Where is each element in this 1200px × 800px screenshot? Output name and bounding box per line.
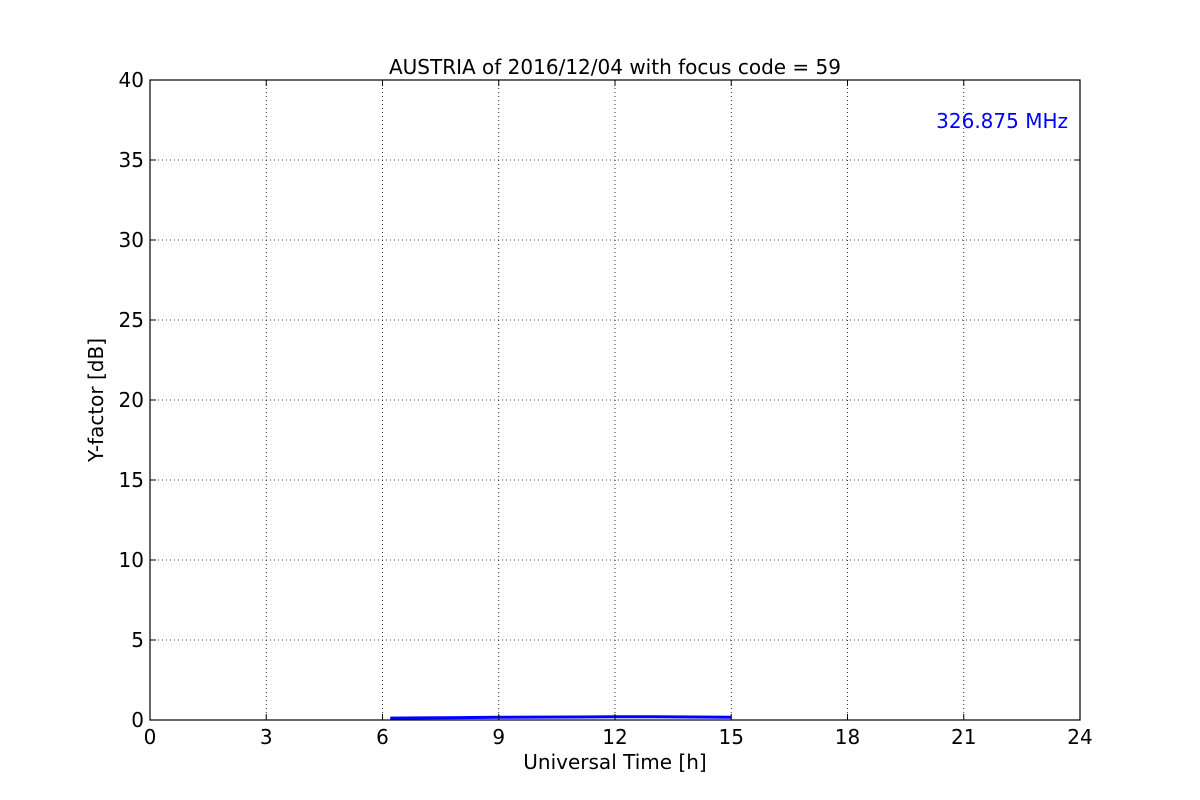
x-tick-label: 12 [602, 725, 627, 749]
x-tick-label: 0 [144, 725, 157, 749]
y-tick-label: 20 [119, 388, 144, 412]
y-tick-label: 0 [131, 708, 144, 732]
x-tick-label: 6 [376, 725, 389, 749]
y-tick-label: 25 [119, 308, 144, 332]
y-tick-label: 10 [119, 548, 144, 572]
y-tick-label: 35 [119, 148, 144, 172]
x-tick-label: 3 [260, 725, 273, 749]
frequency-annotation: 326.875 MHz [936, 109, 1068, 133]
x-tick-label: 9 [492, 725, 505, 749]
x-tick-label: 18 [835, 725, 860, 749]
chart-figure: 0 3 6 9 12 15 18 21 24 0 5 10 15 20 25 30 35 40 AUSTRIA o… [0, 0, 1200, 800]
x-tick-label: 15 [719, 725, 744, 749]
x-axis-title: Universal Time [h] [523, 750, 706, 774]
x-tick-label: 24 [1067, 725, 1092, 749]
tick-layer: 0 3 6 9 12 15 18 21 24 0 5 10 15 20 25 30 35 40 [119, 68, 1093, 749]
y-tick-label: 30 [119, 228, 144, 252]
y-tick-label: 5 [131, 628, 144, 652]
series-line [390, 715, 732, 720]
y-axis-title: Y-factor [dB] [84, 338, 108, 463]
chart-title: AUSTRIA of 2016/12/04 with focus code = … [389, 55, 841, 79]
chart-svg: 0 3 6 9 12 15 18 21 24 0 5 10 15 20 25 30 35 40 AUSTRIA o… [84, 55, 1093, 774]
y-tick-label: 40 [119, 68, 144, 92]
x-tick-label: 21 [951, 725, 976, 749]
series-layer [390, 715, 732, 720]
grid-layer [150, 80, 1080, 720]
y-tick-label: 15 [119, 468, 144, 492]
